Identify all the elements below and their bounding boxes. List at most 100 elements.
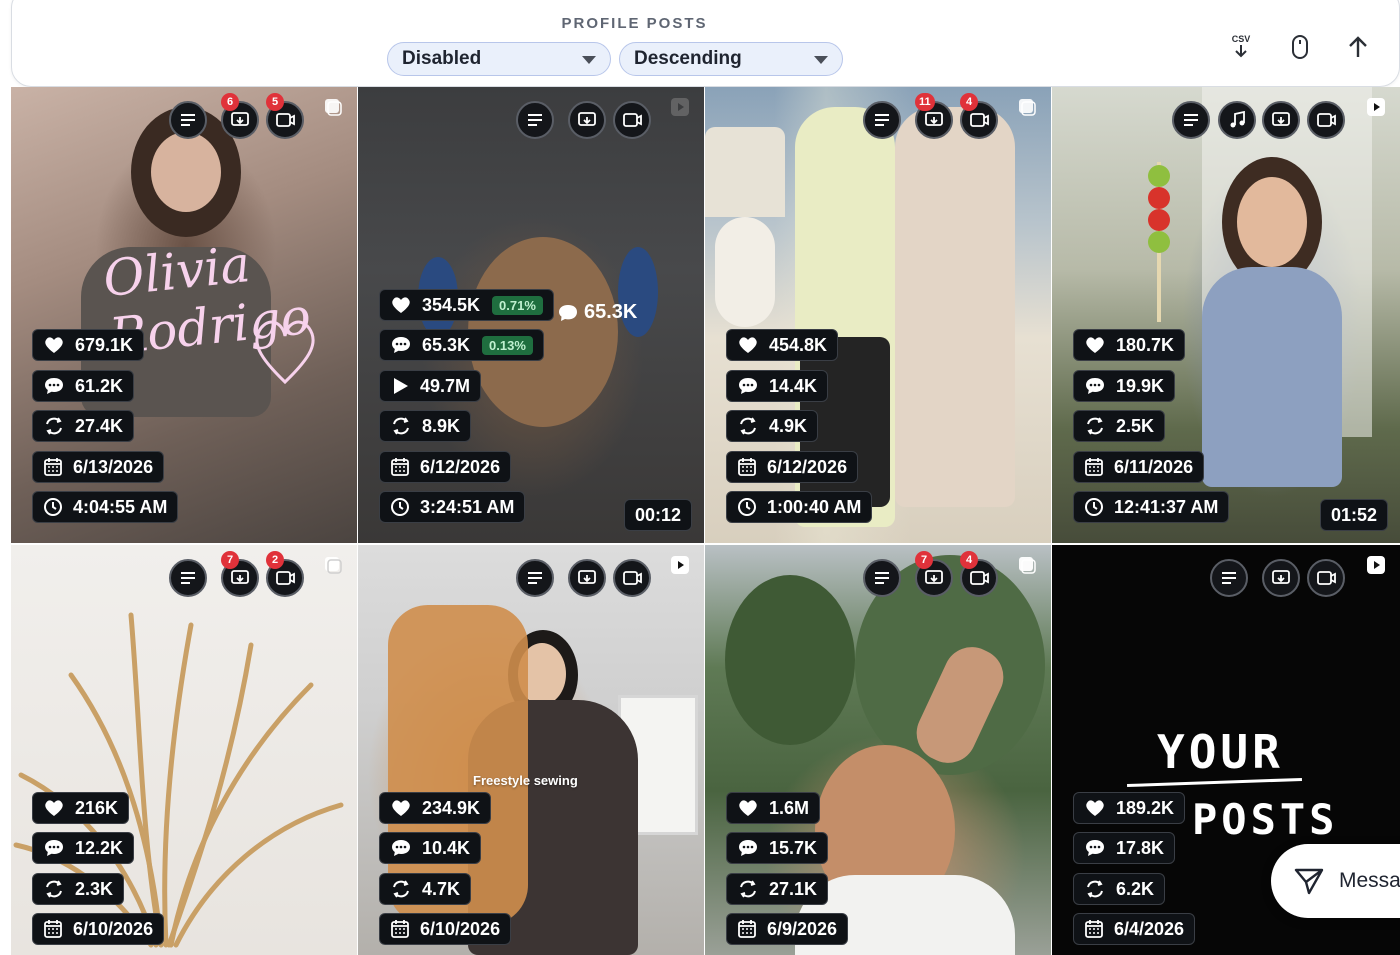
caption-button[interactable] [516,101,554,139]
likes-stat: 216K [32,792,130,824]
time-stat: 1:00:40 AM [726,491,873,523]
svg-text:CSV: CSV [1232,34,1251,44]
csv-download-button[interactable]: CSV [1226,29,1256,65]
send-icon [1294,868,1324,895]
photo-subject [1237,177,1307,267]
caption-button[interactable] [169,559,207,597]
lines-icon [1222,572,1236,584]
post-card[interactable]: 7 2 216K 12.2K 2.3K 6/10/2026 [11,545,357,955]
lines-icon [181,114,195,126]
reposts-value: 2.3K [75,878,114,899]
caption-button[interactable] [1172,101,1210,139]
post-card[interactable]: 7 4 1.6M 15.7K 27.1K 6/9/2026 [705,545,1051,955]
section-title: PROFILE POSTS [561,15,708,32]
heart-icon [1086,337,1104,353]
comments-stat: 14.4K [726,370,829,402]
repost-icon [393,417,409,435]
lines-icon [528,572,542,584]
photo-subject [1202,267,1342,487]
reposts-value: 6.2K [1116,878,1155,899]
image-download-icon [925,112,943,126]
likes-value: 216K [75,797,119,818]
repost-icon [393,880,409,898]
date-stat: 6/12/2026 [726,451,859,483]
image-download-icon [578,112,596,126]
sort-select[interactable]: Descending [619,42,843,76]
likes-stat: 354.5K 0.71% [379,289,554,321]
video-download-icon [623,571,642,585]
video-download-button[interactable] [613,559,651,597]
comment-icon [392,337,410,353]
caption-button[interactable] [516,559,554,597]
engagement-rate-badge: 0.71% [492,295,543,315]
likes-value: 354.5K [422,294,481,315]
video-duration: 01:52 [1319,499,1388,531]
video-download-button[interactable]: 4 [960,93,998,139]
caption-button[interactable] [863,559,901,597]
image-download-icon [231,570,249,584]
video-download-button[interactable]: 5 [266,93,304,139]
calendar-icon [738,458,756,476]
caption-button[interactable] [863,101,901,139]
photo-fruit [1148,231,1170,253]
photo-overlay-text: YOUR [1157,725,1284,779]
date-stat: 6/10/2026 [32,913,165,945]
count-badge: 2 [266,551,284,569]
post-card[interactable]: 11 4 454.8K 14.4K 4.9K 6/12/2026 1:00:40… [705,87,1051,543]
heart-icon [739,800,757,816]
post-card[interactable]: Freestyle sewing 234.9K 10.4K 4.7K 6/10/… [358,545,704,955]
image-download-button[interactable] [568,559,606,597]
bubble-value: 65.3K [584,301,638,323]
likes-value: 679.1K [75,334,134,355]
image-download-button[interactable] [1262,101,1300,139]
date-value: 6/10/2026 [73,918,154,939]
lines-icon [875,572,889,584]
image-download-button[interactable]: 7 [915,551,953,597]
clock-icon [1085,498,1103,516]
likes-value: 180.7K [1116,334,1175,355]
comments-stat: 61.2K [32,370,135,402]
caption-button[interactable] [169,101,207,139]
video-download-button[interactable]: 4 [960,551,998,597]
video-download-button[interactable] [613,101,651,139]
mouse-button[interactable] [1285,29,1315,65]
image-download-button[interactable]: 11 [915,93,953,139]
reposts-stat: 2.3K [32,873,125,905]
post-card[interactable]: Olivia Rodrigo 6 5 679.1K 61.2K 27.4K 6/… [11,87,357,543]
message-button[interactable]: Message [1271,844,1400,918]
date-stat: 6/13/2026 [32,451,165,483]
scroll-top-button[interactable] [1343,29,1373,65]
calendar-icon [1085,920,1103,938]
image-download-button[interactable] [1262,559,1300,597]
image-download-button[interactable]: 6 [221,93,259,139]
comments-value: 65.3K [422,334,471,355]
filter-select[interactable]: Disabled [387,42,611,76]
reposts-stat: 27.1K [726,873,829,905]
video-download-button[interactable]: 2 [266,551,304,597]
comment-icon [1086,840,1104,856]
image-download-button[interactable]: 7 [221,551,259,597]
photo-underline [1127,777,1302,788]
comments-stat: 65.3K 0.13% [379,329,544,361]
video-download-button[interactable] [1307,559,1345,597]
calendar-icon [44,920,62,938]
audio-download-button[interactable] [1218,101,1256,139]
reposts-stat: 4.7K [379,873,472,905]
lines-icon [181,572,195,584]
post-card[interactable]: 180.7K 19.9K 2.5K 6/11/2026 12:41:37 AM … [1052,87,1400,543]
video-caption-overlay: Freestyle sewing [473,773,578,788]
photo-fruit [1148,209,1170,231]
caption-button[interactable] [1210,559,1248,597]
engagement-rate-badge: 0.13% [482,335,533,355]
time-value: 1:00:40 AM [767,496,862,517]
comments-stat: 10.4K [379,832,482,864]
clock-icon [391,498,409,516]
photo-fruit [1148,187,1170,209]
video-download-button[interactable] [1307,101,1345,139]
post-card[interactable]: 65.3K 354.5K 0.71% 65.3K 0.13% 49.7M 8.9… [358,87,704,543]
count-badge: 7 [915,551,933,569]
count-badge: 6 [221,93,239,111]
clock-icon [738,498,756,516]
image-download-button[interactable] [568,101,606,139]
date-stat: 6/4/2026 [1073,913,1196,945]
